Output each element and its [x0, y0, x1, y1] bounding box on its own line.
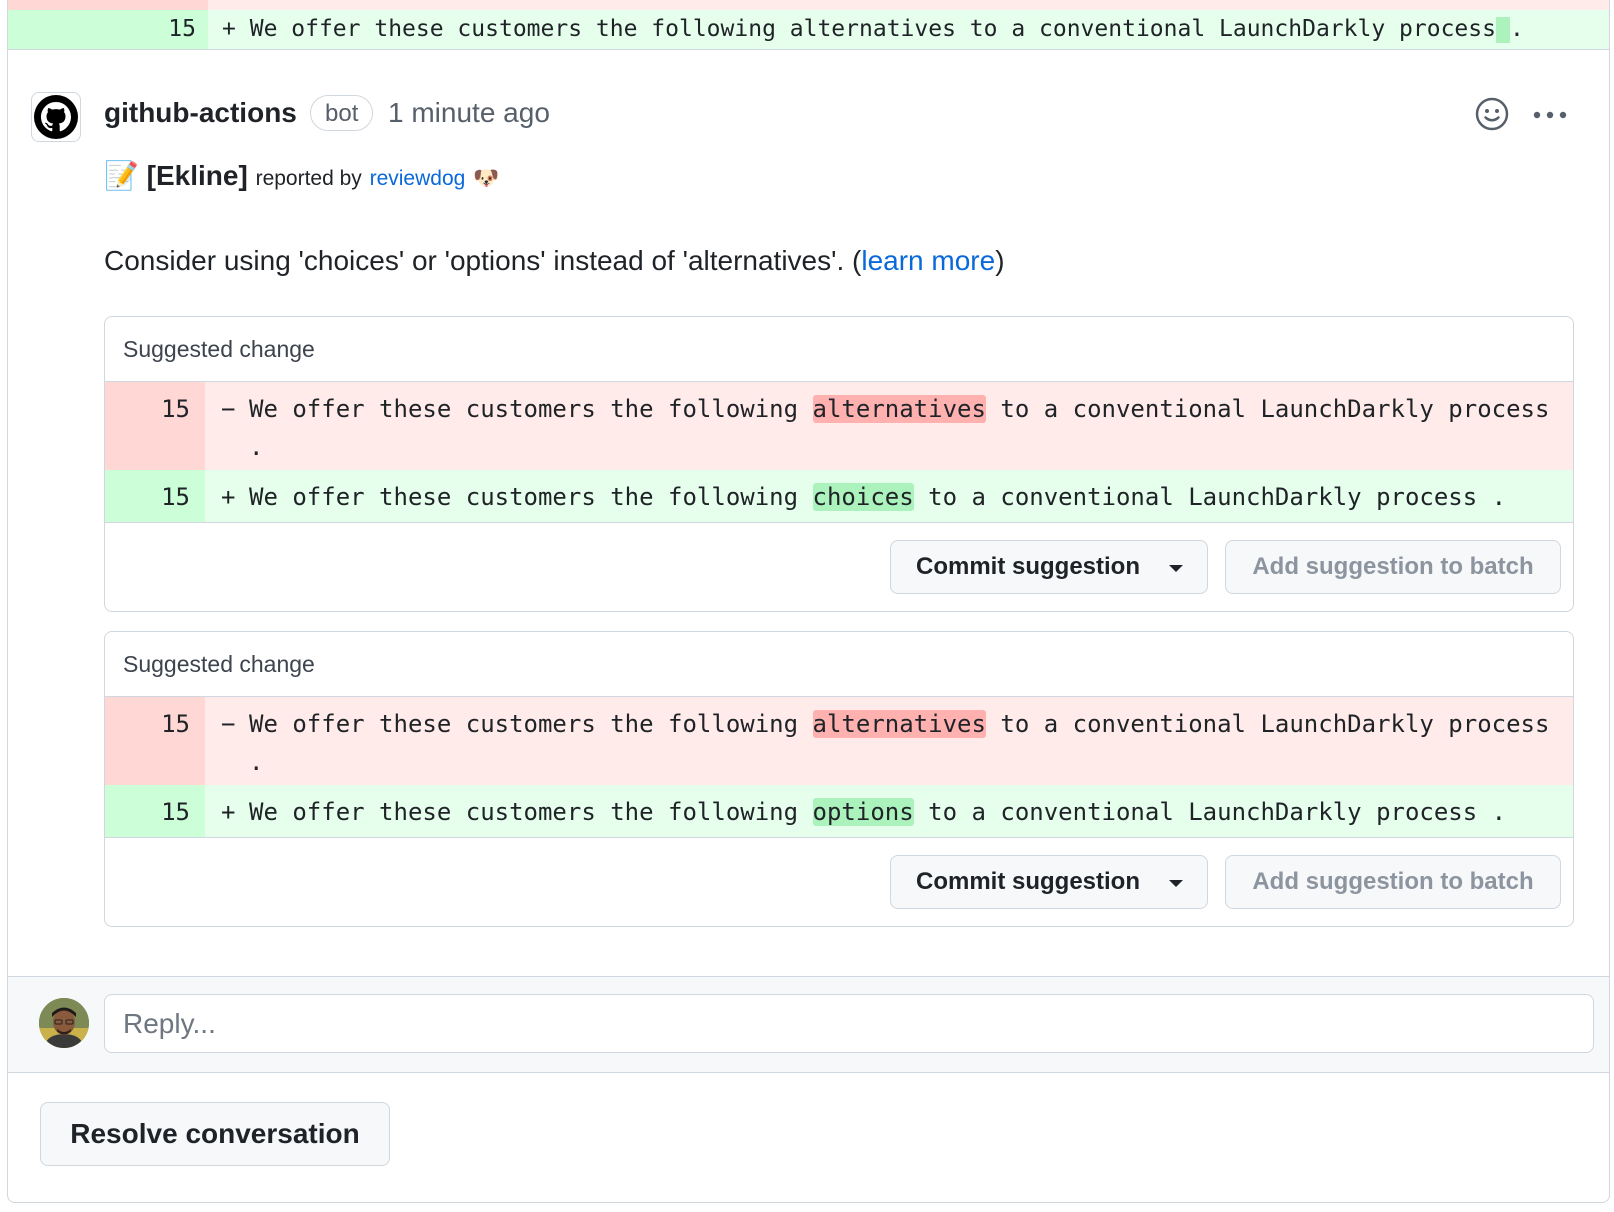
diff-code: We offer these customers the following c…	[249, 470, 1573, 520]
diff-deleted-line-fragment	[8, 0, 1609, 10]
add-to-batch-button[interactable]: Add suggestion to batch	[1225, 855, 1561, 909]
commit-suggestion-button[interactable]: Commit suggestion	[890, 855, 1208, 909]
code-text: We offer these customers the following	[249, 710, 813, 738]
diff-code: We offer these customers the following a…	[249, 382, 1573, 470]
code-text: We offer these customers the following	[249, 483, 813, 511]
line-number: 15	[168, 16, 196, 42]
diff-text: We offer these customers the following a…	[249, 16, 1496, 42]
diff-sign: −	[221, 395, 236, 423]
diff-highlight	[1495, 16, 1510, 43]
caret-down-icon[interactable]	[1169, 880, 1183, 887]
diff-highlight: choices	[812, 483, 914, 511]
kebab-menu-icon[interactable]	[1530, 100, 1570, 130]
comment-message: Consider using 'choices' or 'options' in…	[104, 243, 1005, 279]
diff-sign: −	[221, 710, 236, 738]
bot-badge: bot	[310, 95, 374, 131]
diff-sign: +	[222, 16, 236, 42]
reply-input[interactable]: Reply...	[104, 994, 1594, 1053]
suggestion-actions: Commit suggestion Add suggestion to batc…	[105, 523, 1573, 611]
line-number: 15	[161, 710, 190, 738]
commit-label: Commit suggestion	[916, 868, 1141, 895]
smiley-icon[interactable]	[1475, 97, 1509, 131]
diff-sign: +	[221, 798, 236, 826]
suggestion-added-line: 15 + We offer these customers the follow…	[105, 470, 1573, 523]
commit-label: Commit suggestion	[916, 553, 1141, 580]
line-number: 15	[161, 395, 190, 423]
diff-code: We offer these customers the following o…	[249, 785, 1573, 835]
ekline-header: 📝 [Ekline] reported by reviewdog 🐶	[104, 158, 499, 197]
resolve-conversation-button[interactable]: Resolve conversation	[40, 1102, 390, 1166]
suggested-change-title: Suggested change	[105, 632, 1573, 697]
line-number: 15	[161, 798, 190, 826]
suggested-change-title: Suggested change	[105, 317, 1573, 382]
suggestion-actions: Commit suggestion Add suggestion to batc…	[105, 838, 1573, 926]
learn-more-link[interactable]: learn more	[861, 245, 995, 276]
ekline-tag: [Ekline]	[146, 160, 248, 191]
memo-emoji-icon: 📝	[104, 160, 139, 191]
suggestion-deleted-line: 15 − We offer these customers the follow…	[105, 382, 1573, 470]
suggestion-deleted-line: 15 − We offer these customers the follow…	[105, 697, 1573, 785]
suggestion-added-line: 15 + We offer these customers the follow…	[105, 785, 1573, 838]
dog-emoji-icon: 🐶	[473, 167, 500, 190]
reported-by-label: reported by	[255, 167, 362, 190]
message-suffix: )	[995, 245, 1005, 276]
diff-added-line: 15 + We offer these customers the follow…	[8, 10, 1609, 50]
code-text: to a conventional LaunchDarkly process .	[913, 798, 1507, 826]
comment-author[interactable]: github-actions	[104, 95, 297, 131]
code-text: We offer these customers the following	[249, 798, 813, 826]
code-text: to a conventional LaunchDarkly process .	[913, 483, 1507, 511]
line-number: 15	[161, 483, 190, 511]
diff-code: + We offer these customers the following…	[222, 10, 1524, 49]
diff-sign: +	[221, 483, 236, 511]
add-to-batch-button[interactable]: Add suggestion to batch	[1225, 540, 1561, 594]
commit-suggestion-button[interactable]: Commit suggestion	[890, 540, 1208, 594]
code-text: We offer these customers the following	[249, 395, 813, 423]
suggested-change-card: Suggested change 15 − We offer these cus…	[104, 316, 1574, 612]
comment-timestamp[interactable]: 1 minute ago	[388, 95, 550, 131]
user-avatar[interactable]	[39, 998, 89, 1048]
message-text: Consider using 'choices' or 'options' in…	[104, 245, 862, 276]
reviewdog-link[interactable]: reviewdog	[370, 167, 466, 190]
diff-highlight: alternatives	[812, 710, 986, 738]
diff-tail: .	[1509, 16, 1524, 42]
diff-highlight: alternatives	[812, 395, 986, 423]
diff-highlight: options	[812, 798, 914, 826]
diff-code: We offer these customers the following a…	[249, 697, 1573, 785]
suggested-change-card: Suggested change 15 − We offer these cus…	[104, 631, 1574, 927]
github-logo-icon[interactable]	[31, 92, 81, 142]
caret-down-icon[interactable]	[1169, 565, 1183, 572]
